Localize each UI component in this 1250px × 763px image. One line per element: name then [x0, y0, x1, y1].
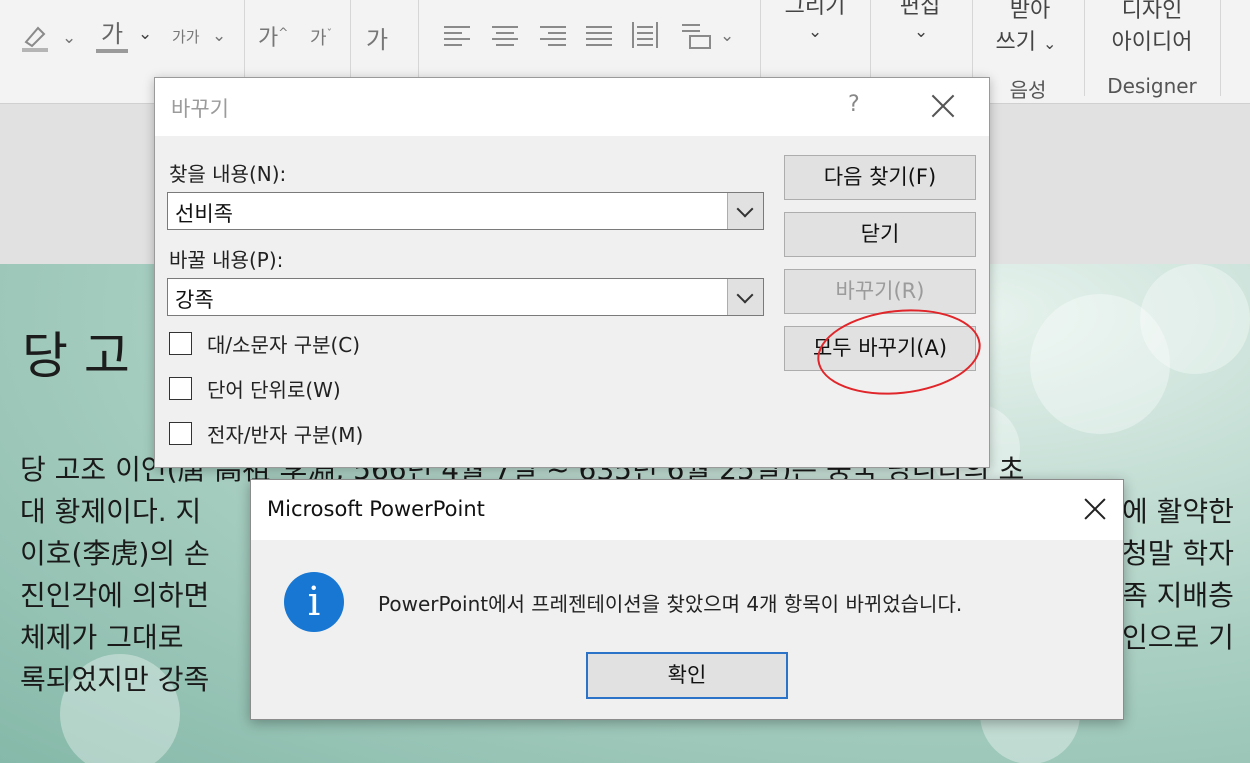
slide-body-line[interactable]: 진인각에 의하면	[20, 574, 209, 614]
checkbox-label[interactable]: 전자/반자 구분(M)	[207, 419, 363, 448]
close-button[interactable]: 닫기	[784, 212, 976, 257]
divider	[1220, 0, 1221, 96]
find-what-combobox[interactable]: 선비족	[167, 192, 764, 230]
find-what-input[interactable]: 선비족	[175, 198, 233, 228]
dialog-titlebar[interactable]: 바꾸기 ?	[155, 78, 989, 136]
text-direction-icon[interactable]	[680, 20, 716, 55]
dictate-button[interactable]: 받아	[982, 0, 1078, 24]
replace-with-combobox[interactable]: 강족	[167, 278, 764, 316]
replace-with-input[interactable]: 강족	[175, 284, 214, 314]
bokeh-decoration	[1140, 264, 1250, 374]
slide-body-fragment[interactable]: 청말 학자	[1122, 532, 1234, 572]
chevron-down-icon[interactable]: ⌄	[138, 24, 152, 44]
align-center-icon[interactable]	[492, 22, 518, 48]
chevron-down-icon	[736, 286, 754, 304]
chevron-down-icon[interactable]: ⌄	[720, 26, 734, 46]
chevron-down-icon[interactable]: ⌄	[914, 22, 928, 42]
slide-body-line[interactable]: 대 황제이다. 지	[20, 490, 201, 530]
message-box-title: Microsoft PowerPoint	[267, 497, 485, 521]
checkbox-label[interactable]: 단어 단위로(W)	[207, 374, 341, 403]
align-right-icon[interactable]	[540, 22, 566, 48]
checkbox-box[interactable]	[169, 332, 192, 355]
replace-with-dropdown-button[interactable]	[727, 279, 763, 315]
draw-button[interactable]: 그리기	[770, 0, 860, 20]
replace-dialog: 바꾸기 ? 찾을 내용(N): 선비족 바꿀 내용(P): 강족 대/소문자 구…	[154, 77, 990, 468]
designer-group-label: Designer	[1107, 74, 1197, 98]
replace-button[interactable]: 바꾸기(R)	[784, 269, 976, 314]
chevron-down-icon[interactable]: ⌄	[62, 28, 76, 48]
help-icon[interactable]: ?	[848, 92, 860, 117]
slide-body-fragment[interactable]: 족 지배층	[1122, 574, 1234, 614]
voice-group-label: 음성	[1009, 78, 1047, 102]
design-ideas-button-bottom[interactable]: 아이디어	[1096, 24, 1208, 56]
font-color-icon[interactable]: 가	[96, 14, 128, 53]
chevron-down-icon[interactable]: ⌄	[212, 26, 226, 46]
slide-body-line[interactable]: 이호(李虎)의 손	[20, 532, 210, 572]
distributed-icon[interactable]	[632, 22, 658, 48]
ok-button[interactable]: 확인	[586, 652, 788, 699]
chevron-down-icon[interactable]: ⌄	[1043, 34, 1056, 53]
slide-title[interactable]: 당 고	[22, 316, 130, 388]
close-icon[interactable]	[1084, 498, 1106, 520]
checkbox-label[interactable]: 대/소문자 구분(C)	[207, 329, 360, 358]
slide-body-line[interactable]: 체제가 그대로	[20, 616, 183, 656]
chevron-down-icon[interactable]: ⌄	[808, 22, 822, 42]
highlighter-icon[interactable]	[18, 20, 52, 59]
find-what-label: 찾을 내용(N):	[169, 162, 287, 186]
replace-with-label: 바꿀 내용(P):	[169, 248, 284, 272]
find-what-dropdown-button[interactable]	[727, 193, 763, 229]
slide-body-line[interactable]: 록되었지만 강족	[20, 658, 209, 698]
info-icon: i	[284, 572, 344, 632]
divider	[1084, 0, 1085, 96]
slide-body-fragment[interactable]: 에 활약한	[1122, 490, 1234, 530]
find-next-button[interactable]: 다음 찾기(F)	[784, 155, 976, 200]
checkbox-box[interactable]	[169, 377, 192, 400]
character-spacing-button[interactable]: 가가	[172, 26, 200, 47]
edit-button[interactable]: 편집	[878, 0, 962, 20]
align-left-icon[interactable]	[444, 22, 470, 48]
grow-font-icon[interactable]: 가^	[258, 20, 288, 52]
justify-icon[interactable]	[586, 22, 612, 48]
dictate-button-bottom[interactable]: 쓰기 ⌄	[978, 24, 1074, 56]
clear-formatting-icon[interactable]: 가	[366, 20, 388, 55]
slide-body-fragment[interactable]: 인으로 기	[1122, 616, 1234, 656]
shrink-font-icon[interactable]: 가ˇ	[310, 24, 332, 50]
message-box-titlebar[interactable]: Microsoft PowerPoint	[251, 480, 1123, 540]
checkbox-box[interactable]	[169, 422, 192, 445]
message-box: Microsoft PowerPoint i PowerPoint에서 프레젠테…	[250, 479, 1124, 720]
message-text: PowerPoint에서 프레젠테이션을 찾았으며 4개 항목이 바뀌었습니다.	[378, 592, 963, 616]
close-icon[interactable]	[931, 94, 955, 118]
design-ideas-button[interactable]: 디자인	[1096, 0, 1208, 24]
dialog-title: 바꾸기	[171, 97, 229, 121]
chevron-down-icon	[736, 200, 754, 218]
